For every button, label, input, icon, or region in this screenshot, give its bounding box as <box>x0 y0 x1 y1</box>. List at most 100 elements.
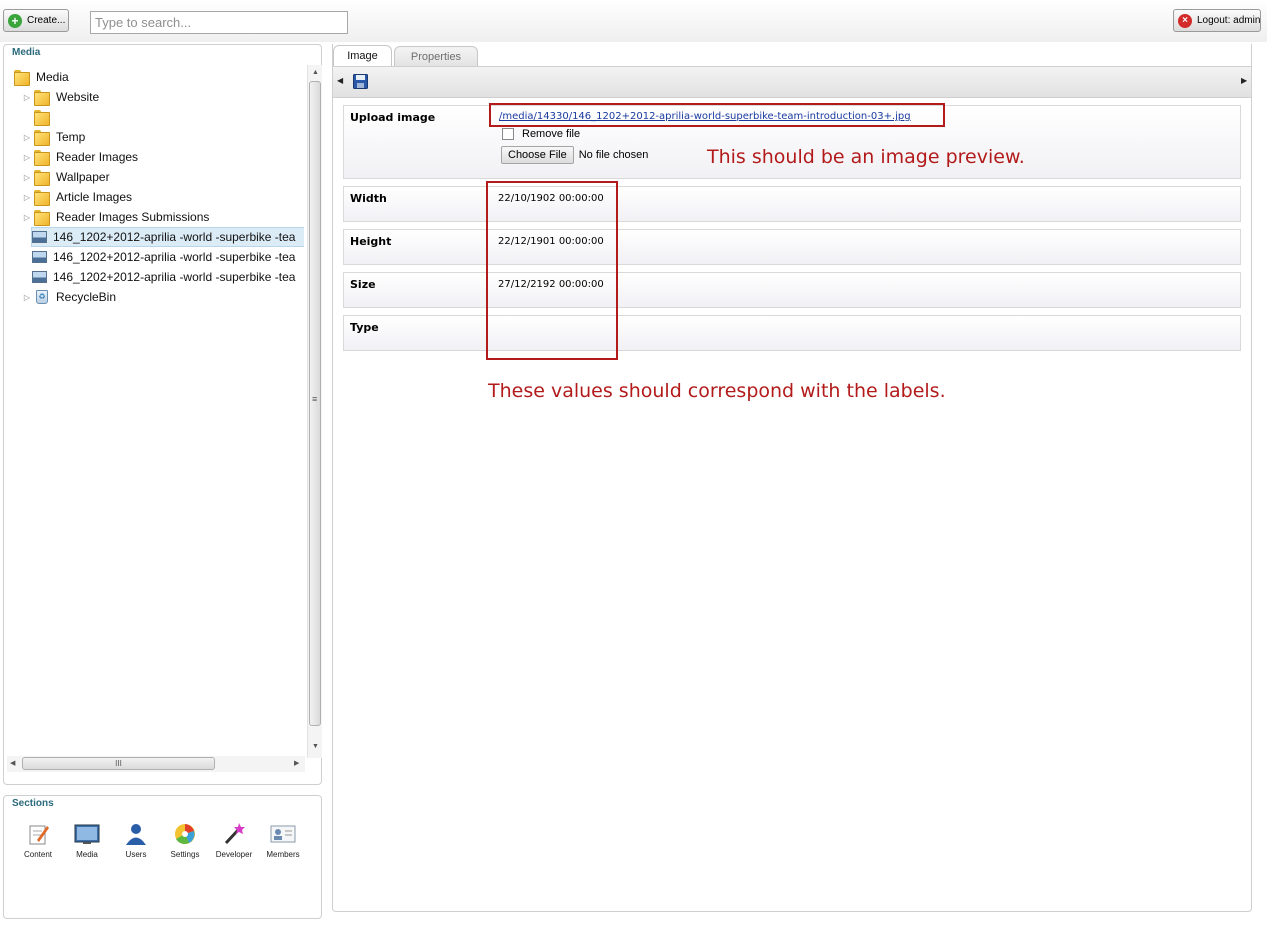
settings-icon <box>175 824 195 844</box>
annotation-values-note: These values should correspond with the … <box>488 380 946 402</box>
section-developer[interactable]: Developer <box>211 822 257 859</box>
expand-arrow-icon[interactable]: ▷ <box>22 213 32 222</box>
folder-icon <box>34 190 50 206</box>
media-icon <box>74 824 100 844</box>
image-file-icon <box>32 271 47 283</box>
property-row-type: Type <box>343 315 1241 351</box>
tree-node-image-selected[interactable]: 146_1202+2012-aprilia -world -superbike … <box>31 227 304 247</box>
plus-icon: + <box>8 13 22 28</box>
remove-file-checkbox[interactable] <box>502 128 514 140</box>
section-label: Content <box>23 850 53 859</box>
scroll-right-arrow-icon[interactable]: ▶ <box>294 759 299 767</box>
users-icon <box>126 824 146 845</box>
tree-vertical-scrollbar[interactable]: ▲ ≡ ▼ <box>307 65 322 758</box>
tree-horizontal-scrollbar[interactable]: ◀ III ▶ <box>7 756 305 772</box>
scroll-up-arrow-icon[interactable]: ▲ <box>312 69 319 76</box>
logout-button-label: Logout: admin <box>1197 15 1261 26</box>
annotation-box-values <box>486 181 618 360</box>
scroll-left-arrow-icon[interactable]: ◀ <box>10 759 15 767</box>
media-tree-panel: Media Media ▷ Website ▷ Temp ▷ Reader Im… <box>3 44 322 785</box>
tree-node-unnamed-folder[interactable] <box>22 107 56 127</box>
expand-arrow-icon[interactable]: ▷ <box>22 153 32 162</box>
tree-node-article-images[interactable]: ▷ Article Images <box>22 187 132 207</box>
expand-arrow-icon[interactable]: ▷ <box>22 173 32 182</box>
file-chooser: Choose File No file chosen <box>501 146 648 164</box>
save-icon[interactable] <box>353 74 368 89</box>
tree-node-label: Media <box>36 70 69 84</box>
expand-arrow-icon[interactable]: ▷ <box>22 293 32 302</box>
property-label: Type <box>350 321 379 334</box>
choose-file-button[interactable]: Choose File <box>501 146 574 164</box>
tree-node-image[interactable]: 146_1202+2012-aprilia -world -superbike … <box>32 247 295 267</box>
folder-icon <box>34 90 50 106</box>
tree-node-temp[interactable]: ▷ Temp <box>22 127 85 147</box>
section-content[interactable]: Content <box>15 822 61 859</box>
tree-node-label: Article Images <box>56 190 133 204</box>
expand-arrow-icon[interactable]: ▷ <box>22 133 32 142</box>
close-icon: × <box>1178 13 1192 28</box>
tree-node-label: Wallpaper <box>56 170 110 184</box>
content-icon <box>29 825 49 845</box>
folder-icon <box>34 210 50 226</box>
annotation-box-file-link <box>489 103 945 127</box>
scroll-down-arrow-icon[interactable]: ▼ <box>312 743 319 750</box>
create-button-label: Create... <box>27 15 66 26</box>
remove-file-option[interactable]: Remove file <box>502 128 580 140</box>
image-file-icon <box>32 251 47 263</box>
logout-button[interactable]: × Logout: admin <box>1173 9 1261 32</box>
developer-icon <box>224 823 245 845</box>
horizontal-scroll-thumb[interactable]: III <box>22 757 215 770</box>
property-row-size: Size 27/12/2192 00:00:00 <box>343 272 1241 308</box>
section-label: Developer <box>215 850 253 859</box>
section-label: Users <box>125 850 147 859</box>
section-members[interactable]: Members <box>260 822 306 859</box>
tree-node-label: 146_1202+2012-aprilia -world -superbike … <box>53 250 296 264</box>
section-label: Media <box>76 850 98 859</box>
tree-node-reader-images-submissions[interactable]: ▷ Reader Images Submissions <box>22 207 209 227</box>
tree-node-wallpaper[interactable]: ▷ Wallpaper <box>22 167 110 187</box>
tree-node-label: Temp <box>56 130 86 144</box>
property-label: Width <box>350 192 387 205</box>
folder-icon <box>34 110 50 126</box>
section-label: Settings <box>170 850 200 859</box>
toolbar-scroll-left-icon[interactable]: ◀ <box>337 76 343 85</box>
tree-node-label: 146_1202+2012-aprilia -world -superbike … <box>53 270 296 284</box>
section-label: Members <box>266 850 300 859</box>
search-input[interactable] <box>90 11 348 34</box>
tree-node-label: RecycleBin <box>56 290 117 304</box>
section-media[interactable]: Media <box>64 822 110 859</box>
expand-arrow-icon[interactable]: ▷ <box>22 93 32 102</box>
grip-icon: III <box>115 759 122 768</box>
image-file-icon <box>32 231 47 243</box>
recycle-bin-icon: ♻ <box>36 290 48 304</box>
media-tree: Media ▷ Website ▷ Temp ▷ Reader Images ▷… <box>4 67 304 779</box>
tree-node-label: Website <box>56 90 100 104</box>
tree-node-website[interactable]: ▷ Website <box>22 87 99 107</box>
property-label: Size <box>350 278 376 291</box>
section-settings[interactable]: Settings <box>162 822 208 859</box>
tab-image[interactable]: Image <box>333 45 392 67</box>
members-icon <box>270 825 296 843</box>
no-file-chosen-text: No file chosen <box>578 149 649 161</box>
top-bar: + Create... × Logout: admin <box>0 0 1267 42</box>
sections-panel-title: Sections <box>12 798 54 809</box>
folder-icon <box>34 130 50 146</box>
upload-image-label: Upload image <box>350 111 436 124</box>
vertical-scroll-thumb[interactable]: ≡ <box>309 81 321 726</box>
tree-node-media[interactable]: Media <box>14 67 69 87</box>
toolbar-scroll-right-icon[interactable]: ▶ <box>1241 76 1247 85</box>
tree-node-recyclebin[interactable]: ▷ ♻ RecycleBin <box>22 287 116 307</box>
create-button[interactable]: + Create... <box>3 9 69 32</box>
tree-node-reader-images[interactable]: ▷ Reader Images <box>22 147 138 167</box>
property-row-width: Width 22/10/1902 00:00:00 <box>343 186 1241 222</box>
media-panel-title: Media <box>12 47 41 58</box>
sections-panel: Sections Content Media Users Settings De… <box>3 795 322 919</box>
expand-arrow-icon[interactable]: ▷ <box>22 193 32 202</box>
tree-node-image[interactable]: 146_1202+2012-aprilia -world -superbike … <box>32 267 295 287</box>
annotation-preview-note: This should be an image preview. <box>707 146 1025 168</box>
tab-properties[interactable]: Properties <box>394 46 478 66</box>
property-label: Height <box>350 235 392 248</box>
folder-icon <box>14 70 30 86</box>
section-users[interactable]: Users <box>113 822 159 859</box>
folder-icon <box>34 170 50 186</box>
